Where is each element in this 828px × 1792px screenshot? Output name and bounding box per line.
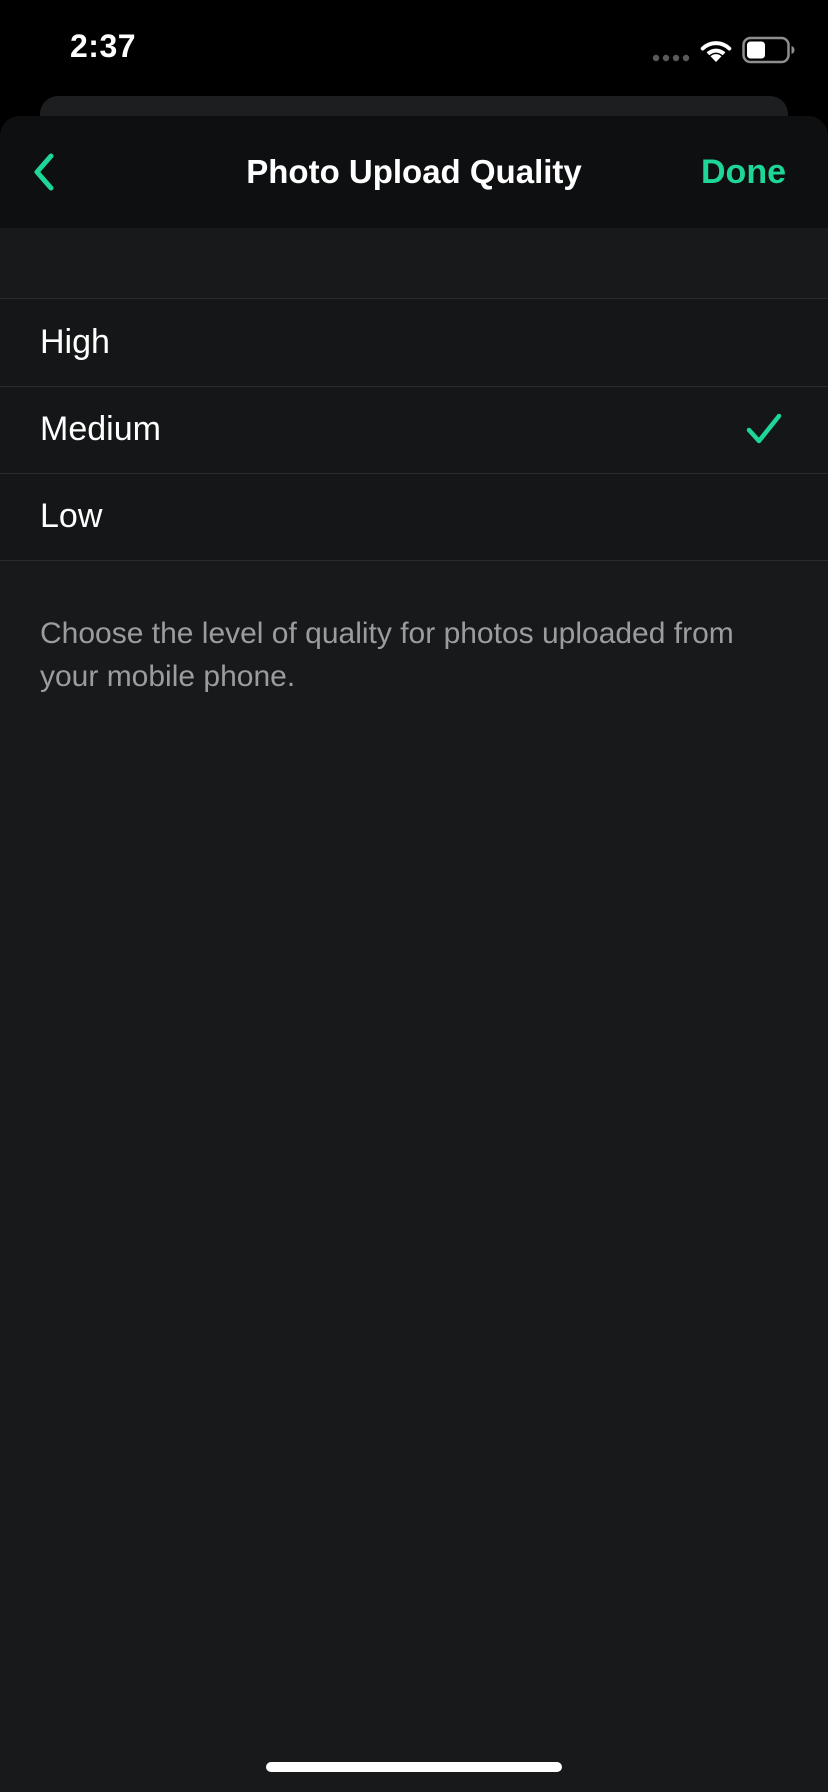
quality-description: Choose the level of quality for photos u… xyxy=(40,617,734,693)
option-label: Low xyxy=(40,497,103,535)
option-low[interactable]: Low xyxy=(0,473,828,560)
option-high[interactable]: High xyxy=(0,299,828,386)
navigation-bar: Photo Upload Quality Done xyxy=(0,116,828,228)
home-indicator[interactable] xyxy=(266,1762,562,1772)
wifi-icon xyxy=(700,41,732,62)
option-label: Medium xyxy=(40,410,161,448)
option-medium[interactable]: Medium xyxy=(0,386,828,473)
back-button[interactable] xyxy=(18,146,70,198)
chevron-left-icon xyxy=(34,153,54,191)
cellular-signal-icon xyxy=(652,54,690,62)
status-time: 2:37 xyxy=(70,28,137,64)
battery-icon xyxy=(742,36,795,64)
option-label: High xyxy=(40,323,110,361)
status-bar: 2:37 xyxy=(0,0,828,100)
done-button[interactable]: Done xyxy=(701,116,786,228)
photo-upload-quality-sheet: Photo Upload Quality Done High Medium Lo… xyxy=(0,116,828,1792)
checkmark-icon xyxy=(746,413,782,444)
quality-options-list: High Medium Low xyxy=(0,298,828,561)
